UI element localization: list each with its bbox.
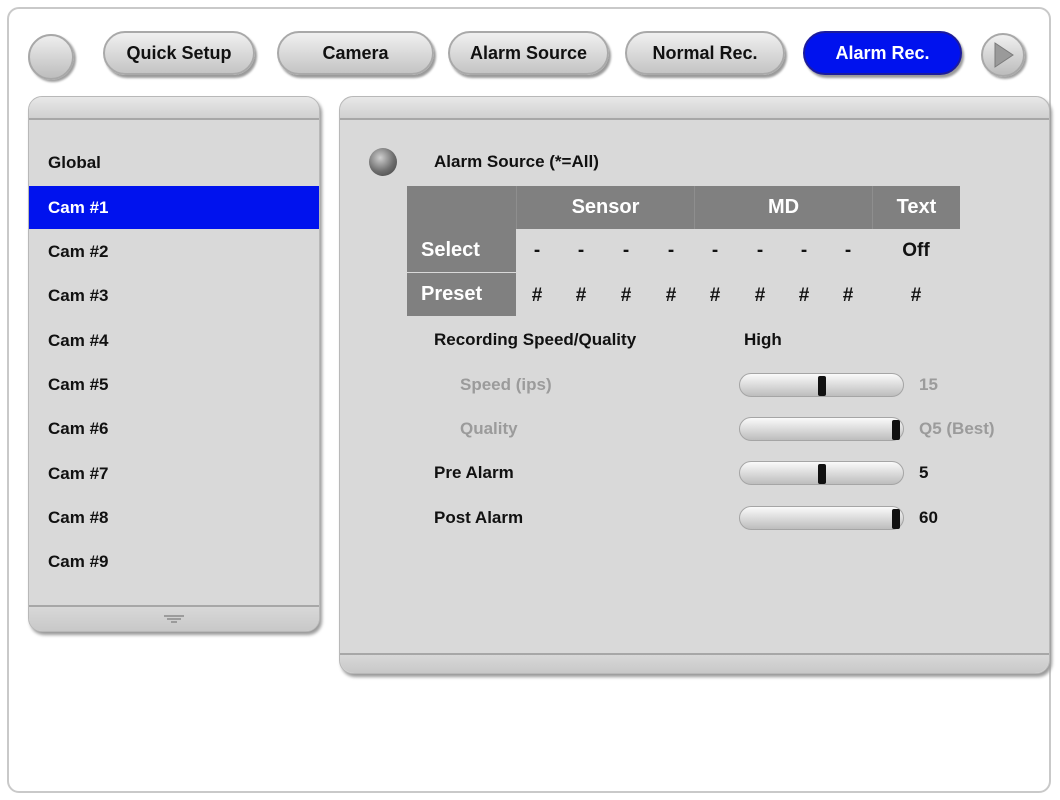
recording-speed-quality-label: Recording Speed/Quality: [434, 330, 637, 349]
select-md-3[interactable]: -: [784, 240, 824, 262]
sidebar-item-cam-5[interactable]: Cam #5: [29, 363, 319, 406]
panel-header: [340, 97, 1049, 120]
preset-md-3[interactable]: #: [784, 285, 824, 307]
preset-sensor-1[interactable]: #: [517, 285, 557, 307]
tab-alarm-source[interactable]: Alarm Source: [448, 31, 609, 75]
row-label-select: Select: [407, 229, 516, 272]
play-triangle-icon: [994, 42, 1014, 68]
select-md-1[interactable]: -: [695, 240, 735, 262]
speed-value: 15: [919, 375, 938, 394]
quality-slider[interactable]: [739, 417, 904, 441]
tab-camera[interactable]: Camera: [277, 31, 434, 75]
section-title: Alarm Source (*=All): [434, 152, 599, 171]
sidebar-item-cam-7[interactable]: Cam #7: [29, 452, 319, 495]
preset-md-1[interactable]: #: [695, 285, 735, 307]
sidebar-header: [29, 97, 319, 120]
recording-speed-quality-value[interactable]: High: [744, 330, 782, 350]
select-md-2[interactable]: -: [740, 240, 780, 262]
alarm-rec-panel: [339, 96, 1050, 674]
panel-footer: [340, 653, 1049, 673]
tab-alarm-rec[interactable]: Alarm Rec.: [803, 31, 962, 75]
post-alarm-value: 60: [919, 508, 938, 527]
preset-md-2[interactable]: #: [740, 285, 780, 307]
preset-sensor-3[interactable]: #: [606, 285, 646, 307]
row-label-preset: Preset: [407, 273, 516, 316]
select-sensor-4[interactable]: -: [651, 240, 691, 262]
menu-circle-button[interactable]: [28, 34, 74, 80]
sidebar-item-cam-2[interactable]: Cam #2: [29, 230, 319, 273]
pre-alarm-slider-thumb[interactable]: [817, 464, 826, 484]
sidebar-item-cam-3[interactable]: Cam #3: [29, 274, 319, 317]
quality-value: Q5 (Best): [919, 419, 995, 438]
header-text: Text: [872, 186, 960, 229]
quality-label: Quality: [460, 419, 518, 438]
select-sensor-3[interactable]: -: [606, 240, 646, 262]
sidebar-scroll-down[interactable]: [29, 605, 319, 631]
pre-alarm-label: Pre Alarm: [434, 463, 514, 482]
preset-sensor-4[interactable]: #: [651, 285, 691, 307]
post-alarm-slider-thumb[interactable]: [892, 509, 900, 529]
pre-alarm-slider[interactable]: [739, 461, 904, 485]
sidebar-item-cam-4[interactable]: Cam #4: [29, 319, 319, 362]
next-tab-button[interactable]: [981, 33, 1025, 77]
pre-alarm-value: 5: [919, 463, 929, 482]
tab-quick-setup[interactable]: Quick Setup: [103, 31, 255, 75]
select-sensor-1[interactable]: -: [517, 240, 557, 262]
camera-sidebar: Global Cam #1 Cam #2 Cam #3 Cam #4 Cam #…: [28, 96, 320, 632]
preset-sensor-2[interactable]: #: [561, 285, 601, 307]
speed-slider[interactable]: [739, 373, 904, 397]
sidebar-item-cam-1[interactable]: Cam #1: [29, 186, 319, 229]
sidebar-item-global[interactable]: Global: [29, 141, 319, 184]
select-md-4[interactable]: -: [828, 240, 868, 262]
header-md: MD: [694, 186, 872, 229]
scroll-down-grip-icon: [164, 615, 184, 623]
tab-normal-rec[interactable]: Normal Rec.: [625, 31, 785, 75]
speed-slider-thumb[interactable]: [817, 376, 826, 396]
sidebar-item-cam-8[interactable]: Cam #8: [29, 496, 319, 539]
preset-text[interactable]: #: [874, 285, 958, 307]
post-alarm-label: Post Alarm: [434, 508, 524, 527]
select-sensor-2[interactable]: -: [561, 240, 601, 262]
sidebar-item-cam-6[interactable]: Cam #6: [29, 407, 319, 450]
quality-slider-thumb[interactable]: [892, 420, 900, 440]
speed-label: Speed (ips): [460, 375, 552, 394]
table-corner: [407, 186, 516, 229]
preset-md-4[interactable]: #: [828, 285, 868, 307]
sidebar-item-cam-9[interactable]: Cam #9: [29, 540, 319, 583]
post-alarm-slider[interactable]: [739, 506, 904, 530]
header-sensor: Sensor: [516, 186, 694, 229]
select-text[interactable]: Off: [874, 240, 958, 262]
sphere-bullet-icon: [369, 148, 397, 176]
